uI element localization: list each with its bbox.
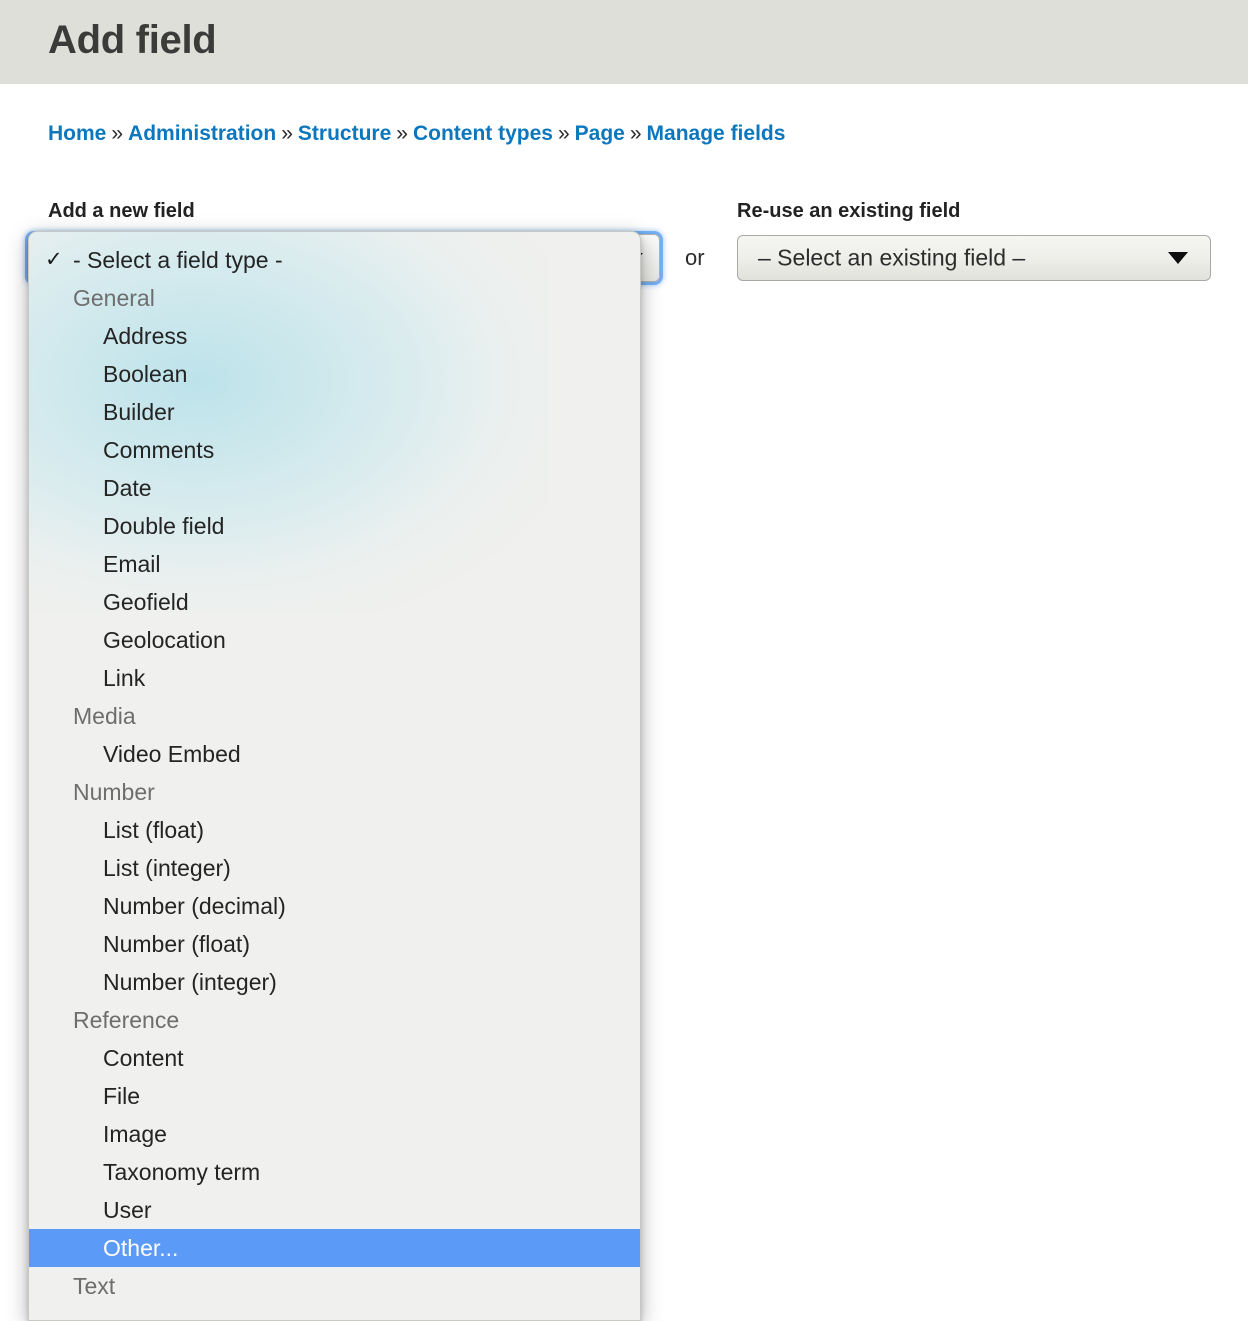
dropdown-option-select-a-field-type[interactable]: ✓ - Select a field type - (29, 241, 640, 279)
dropdown-option-content[interactable]: Content (29, 1039, 640, 1077)
existing-field-select[interactable]: – Select an existing field – (737, 235, 1211, 281)
dropdown-option-video-embed[interactable]: Video Embed (29, 735, 640, 773)
check-icon: ✓ (45, 248, 63, 271)
dropdown-option-double-field[interactable]: Double field (29, 507, 640, 545)
dropdown-option-email[interactable]: Email (29, 545, 640, 583)
field-type-option-list: ✓ - Select a field type - General Address Bo… (29, 232, 640, 1305)
dropdown-option-label: Address (103, 323, 188, 349)
dropdown-option-label: Link (103, 665, 146, 691)
dropdown-option-list-integer[interactable]: List (integer) (29, 849, 640, 887)
dropdown-option-label: User (103, 1197, 152, 1223)
dropdown-option-label: Number (73, 779, 155, 805)
field-type-dropdown-popup[interactable]: ✓ - Select a field type - General Address Bo… (28, 231, 641, 1321)
dropdown-option-image[interactable]: Image (29, 1115, 640, 1153)
dropdown-option-label: Taxonomy term (103, 1159, 261, 1185)
dropdown-option-number-decimal[interactable]: Number (decimal) (29, 887, 640, 925)
dropdown-option-label: Other... (103, 1235, 179, 1261)
dropdown-option-label: Double field (103, 513, 225, 539)
dropdown-option-label: List (integer) (103, 855, 231, 881)
dropdown-option-label: Video Embed (103, 741, 241, 767)
dropdown-group-media: Media (29, 697, 640, 735)
dropdown-group-reference: Reference (29, 1001, 640, 1039)
dropdown-option-label: Geolocation (103, 627, 226, 653)
dropdown-option-label: Builder (103, 399, 175, 425)
or-separator-label: or (685, 245, 705, 270)
dropdown-option-link[interactable]: Link (29, 659, 640, 697)
existing-field-select-value: – Select an existing field – (758, 244, 1026, 271)
dropdown-group-text: Text (29, 1267, 640, 1305)
dropdown-option-number-float[interactable]: Number (float) (29, 925, 640, 963)
dropdown-option-taxonomy-term[interactable]: Taxonomy term (29, 1153, 640, 1191)
dropdown-option-label: Comments (103, 437, 215, 463)
dropdown-option-user[interactable]: User (29, 1191, 640, 1229)
dropdown-option-list-float[interactable]: List (float) (29, 811, 640, 849)
add-field-form: Add a new field Re-use an existing field… (0, 0, 1248, 1321)
dropdown-option-label: Text (73, 1273, 116, 1299)
dropdown-option-label: General (73, 285, 155, 311)
dropdown-group-general: General (29, 279, 640, 317)
dropdown-option-comments[interactable]: Comments (29, 431, 640, 469)
dropdown-option-label: File (103, 1083, 141, 1109)
dropdown-option-label: Boolean (103, 361, 188, 387)
dropdown-option-label: Image (103, 1121, 167, 1147)
dropdown-option-geofield[interactable]: Geofield (29, 583, 640, 621)
dropdown-option-label: Media (73, 703, 136, 729)
reuse-existing-field-label: Re-use an existing field (737, 200, 961, 222)
dropdown-option-label: Number (decimal) (103, 893, 286, 919)
dropdown-option-label: Date (103, 475, 152, 501)
dropdown-option-boolean[interactable]: Boolean (29, 355, 640, 393)
dropdown-option-label: Number (float) (103, 931, 250, 957)
dropdown-option-label: - Select a field type - (73, 247, 283, 273)
dropdown-option-number-integer[interactable]: Number (integer) (29, 963, 640, 1001)
dropdown-option-file[interactable]: File (29, 1077, 640, 1115)
dropdown-option-label: List (float) (103, 817, 204, 843)
dropdown-option-geolocation[interactable]: Geolocation (29, 621, 640, 659)
dropdown-group-number: Number (29, 773, 640, 811)
add-new-field-label: Add a new field (48, 200, 195, 222)
dropdown-option-date[interactable]: Date (29, 469, 640, 507)
dropdown-option-label: Geofield (103, 589, 189, 615)
dropdown-option-address[interactable]: Address (29, 317, 640, 355)
dropdown-option-builder[interactable]: Builder (29, 393, 640, 431)
dropdown-option-other[interactable]: Other... (29, 1229, 640, 1267)
dropdown-option-label: Content (103, 1045, 184, 1071)
dropdown-option-label: Reference (73, 1007, 180, 1033)
dropdown-option-label: Email (103, 551, 161, 577)
chevron-down-icon (1168, 252, 1188, 264)
dropdown-option-label: Number (integer) (103, 969, 277, 995)
